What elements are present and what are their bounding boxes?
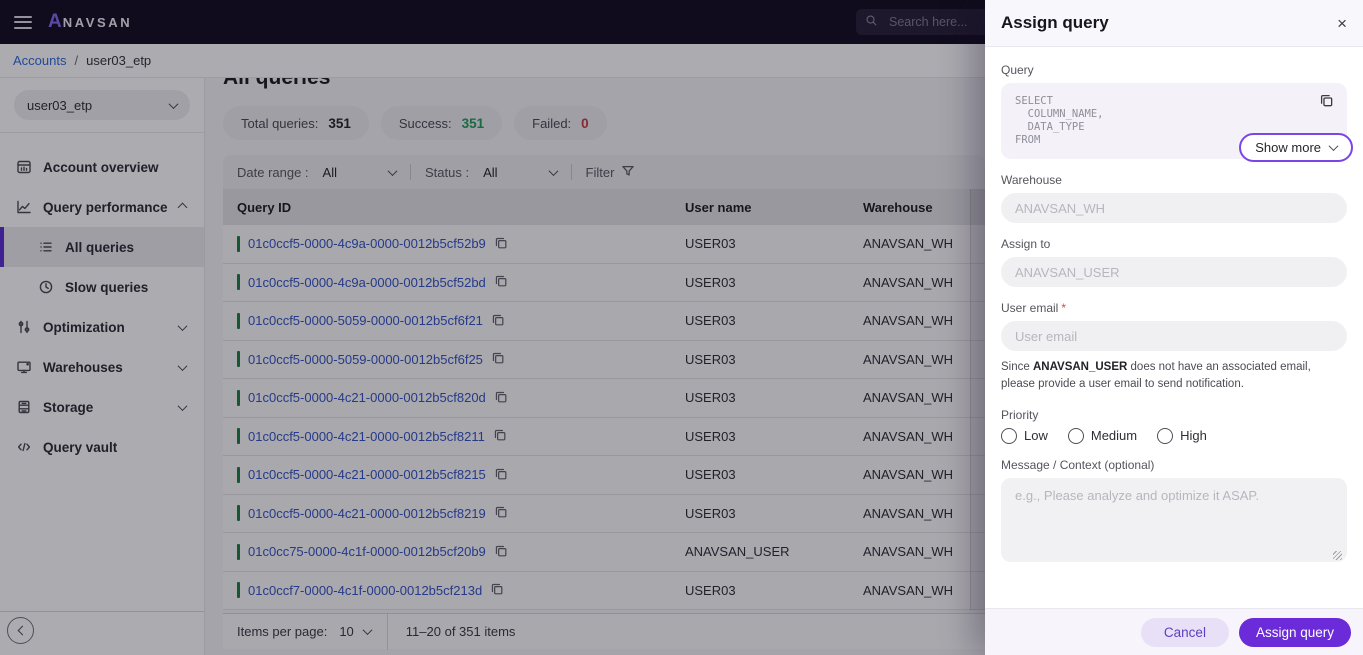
priority-option-low[interactable]: Low <box>1001 427 1048 444</box>
radio-icon[interactable] <box>1067 427 1084 444</box>
priority-label: Priority <box>1001 407 1039 422</box>
close-icon[interactable]: × <box>1337 15 1347 32</box>
message-field-wrap <box>1001 477 1347 567</box>
resize-handle[interactable] <box>1333 550 1342 560</box>
radio-icon[interactable] <box>1001 427 1017 444</box>
required-asterisk: * <box>1061 301 1067 315</box>
query-label: Query <box>1001 63 1034 77</box>
message-label: Message / Context (optional) <box>1001 457 1155 472</box>
copy-icon[interactable] <box>1319 93 1335 109</box>
drawer-body: Query SELECT COLUMN_NAME, DATA_TYPE FROM… <box>985 47 1363 608</box>
radio-label: Low <box>1024 428 1048 443</box>
assign-query-drawer: Assign query × Query SELECT COLUMN_NAME,… <box>985 0 1363 655</box>
user-email-input[interactable] <box>1001 321 1347 351</box>
assign-to-field <box>1001 257 1347 287</box>
priority-option-high[interactable]: High <box>1157 427 1207 444</box>
assign-to-label: Assign to <box>1001 237 1051 251</box>
user-email-label: User email * <box>1001 301 1067 315</box>
drawer-header: Assign query × <box>985 0 1363 47</box>
drawer-title: Assign query <box>1001 13 1109 32</box>
cancel-button[interactable]: Cancel <box>1140 617 1229 647</box>
show-more-label: Show more <box>1255 140 1321 155</box>
message-textarea[interactable] <box>1001 477 1347 562</box>
warehouse-label: Warehouse <box>1001 173 1062 187</box>
radio-icon[interactable] <box>1157 427 1174 444</box>
radio-label: High <box>1180 428 1207 443</box>
show-more-button[interactable]: Show more <box>1239 133 1353 162</box>
assign-query-button[interactable]: Assign query <box>1238 617 1351 647</box>
radio-label: Medium <box>1090 428 1138 443</box>
priority-radio-group: Low Medium High <box>1001 427 1347 444</box>
warehouse-field <box>1001 193 1347 223</box>
email-helper-text: Since ANAVSAN_USER does not have an asso… <box>1001 361 1311 391</box>
chevron-down-icon <box>1328 141 1339 152</box>
drawer-footer: Cancel Assign query <box>985 608 1363 655</box>
priority-option-medium[interactable]: Medium <box>1067 427 1138 444</box>
query-sql-preview: SELECT COLUMN_NAME, DATA_TYPE FROM Show … <box>1001 83 1353 162</box>
app-root: A NAVSAN Accounts / user03_etp user03_et… <box>0 0 1363 655</box>
